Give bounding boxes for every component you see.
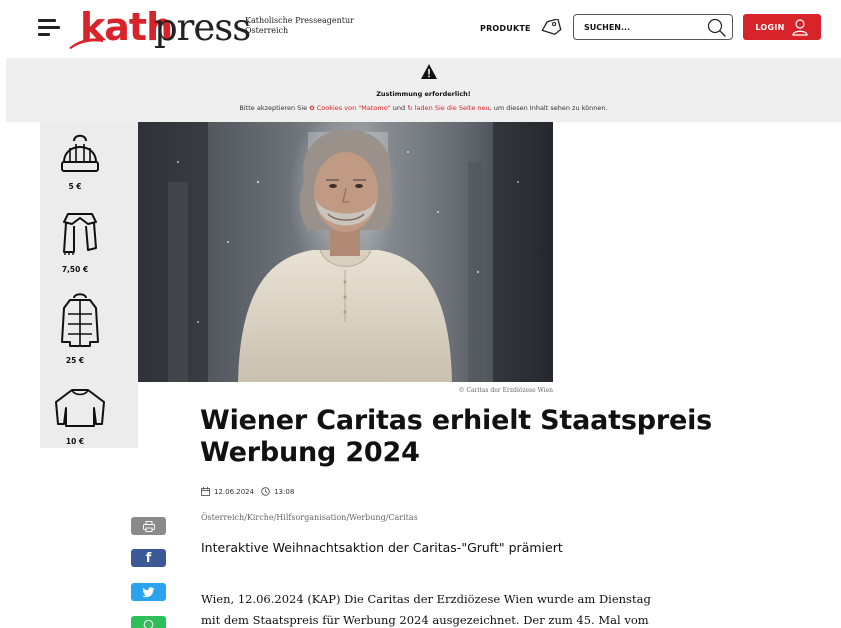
headline-line1: Wiener Caritas erhielt Staatspreis xyxy=(200,405,713,436)
kathpress-logo[interactable]: kath press xyxy=(66,4,251,50)
user-icon xyxy=(792,19,808,36)
sweater-icon xyxy=(55,389,105,427)
print-button[interactable] xyxy=(131,517,166,535)
search-box xyxy=(573,14,733,40)
gear-icon: ✿ xyxy=(309,104,315,112)
price-beanie: 5 € xyxy=(68,182,82,191)
site-header: kath press Katholische Presseagentur Öst… xyxy=(0,0,841,56)
consent-title: Zustimmung erforderlich! xyxy=(376,90,471,98)
reload-page-link[interactable]: ↻ laden Sie die Seite neu xyxy=(407,104,489,112)
hamburger-menu-icon[interactable] xyxy=(38,18,60,36)
search-icon[interactable] xyxy=(706,17,728,39)
login-label: LOGIN xyxy=(755,22,785,32)
whatsapp-share-button[interactable] xyxy=(131,616,166,628)
calendar-icon xyxy=(201,487,210,496)
headline-line2: Werbung 2024 xyxy=(200,437,420,468)
article-date: 12.06.2024 xyxy=(214,487,255,496)
logo-tagline: Katholische Presseagentur Österreich xyxy=(245,16,354,36)
twitter-icon xyxy=(142,586,155,597)
reload-icon: ↻ xyxy=(407,104,413,112)
article-time: 13:08 xyxy=(274,487,295,496)
search-input[interactable] xyxy=(574,22,702,32)
clock-icon xyxy=(261,487,270,496)
produkte-label: PRODUKTE xyxy=(480,23,531,33)
matomo-cookies-label: Cookies von "Matomo" xyxy=(316,104,391,112)
whatsapp-icon xyxy=(143,619,154,628)
consent-text: Bitte akzeptieren Sie ✿ Cookies von "Mat… xyxy=(6,104,841,112)
logo-press-text: press xyxy=(154,6,251,49)
warning-icon xyxy=(421,64,437,79)
printer-icon xyxy=(142,520,155,532)
jacket-icon xyxy=(61,293,99,347)
price-scarf: 7,50 € xyxy=(61,265,89,274)
facebook-share-button[interactable]: f xyxy=(131,549,166,567)
beanie-icon xyxy=(61,134,99,172)
twitter-share-button[interactable] xyxy=(131,583,166,601)
body-line1: Wien, 12.06.2024 (KAP) Die Caritas der E… xyxy=(201,592,651,606)
scarf-icon xyxy=(63,213,97,255)
consent-text-part3: , um diesen Inhalt sehen zu können. xyxy=(489,104,608,112)
tagline-line1: Katholische Presseagentur xyxy=(245,16,354,25)
consent-text-part2: und xyxy=(392,104,406,112)
article-categories[interactable]: Österreich/Kirche/Hilfsorganisation/Werb… xyxy=(201,513,418,522)
price-tag-icon xyxy=(541,19,562,35)
matomo-cookies-link[interactable]: ✿ Cookies von "Matomo" xyxy=(309,104,390,112)
reload-page-label: laden Sie die Seite neu xyxy=(414,104,490,112)
consent-text-part1: Bitte akzeptieren Sie xyxy=(239,104,308,112)
price-sweater: 10 € xyxy=(65,437,85,446)
price-jacket: 25 € xyxy=(65,356,85,365)
body-line2: mit dem Staatspreis für Werbung 2024 aus… xyxy=(201,613,649,627)
login-button[interactable]: LOGIN xyxy=(743,14,821,40)
article-subtitle: Interaktive Weihnachtsaktion der Caritas… xyxy=(201,540,563,555)
article-meta: 12.06.2024 13:08 xyxy=(201,487,294,496)
produkte-link[interactable]: PRODUKTE xyxy=(480,19,563,37)
price-strip: 5 € 7,50 € 25 € 10 € xyxy=(40,122,138,448)
article-body: Wien, 12.06.2024 (KAP) Die Caritas der E… xyxy=(201,589,701,628)
hero-photo xyxy=(138,122,553,382)
facebook-icon: f xyxy=(145,550,152,566)
caritas-man-photo xyxy=(138,122,553,382)
article-headline: Wiener Caritas erhielt Staatspreis Werbu… xyxy=(200,405,760,469)
tagline-line2: Österreich xyxy=(245,26,289,35)
photo-caption: © Caritas der Erzdiözese Wien xyxy=(458,387,553,394)
consent-banner: Zustimmung erforderlich! Bitte akzeptier… xyxy=(6,58,841,122)
